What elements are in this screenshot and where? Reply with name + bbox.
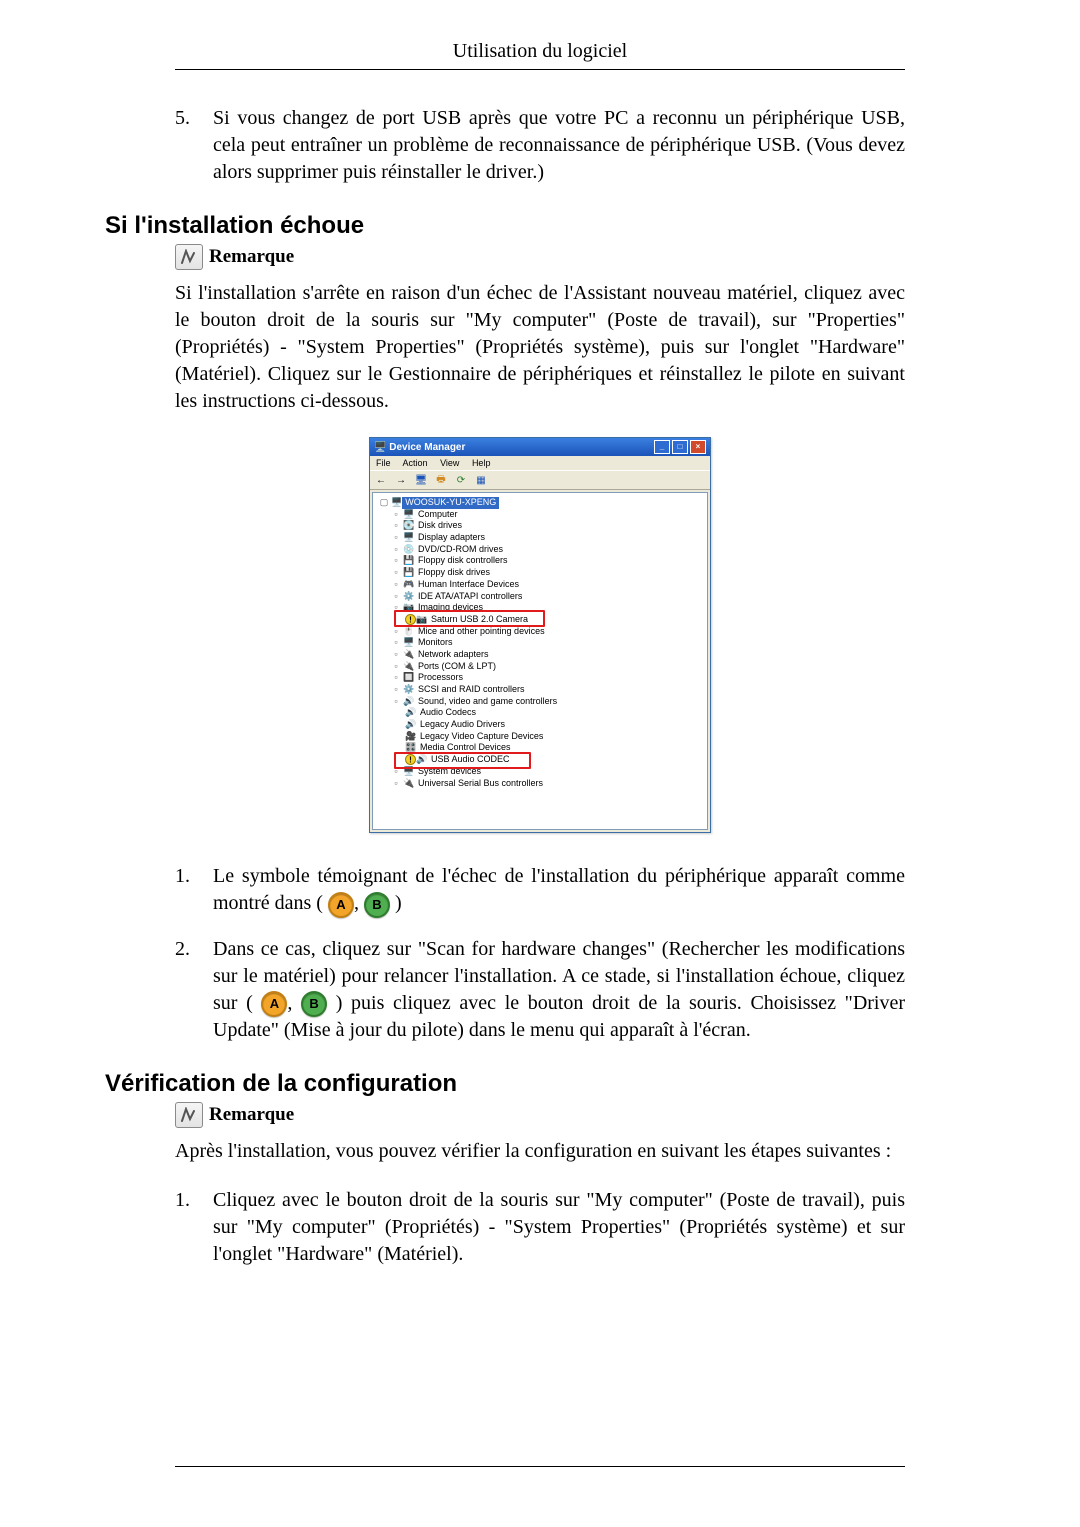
step1-comma: , (354, 892, 364, 914)
warning-icon-B: ! (405, 754, 416, 766)
verify-paragraph: Après l'installation, vous pouvez vérifi… (175, 1138, 905, 1165)
tree-node-processors[interactable]: ▫🔲Processors (377, 672, 703, 684)
tree-node-network[interactable]: ▫🔌Network adapters (377, 649, 703, 661)
remark-row-1: Remarque (175, 244, 975, 270)
menu-action[interactable]: Action (403, 458, 428, 468)
section-heading-verify: Vérification de la configuration (105, 1070, 975, 1098)
item-number: 2. (175, 936, 213, 1044)
svg-text:!: ! (409, 756, 412, 765)
computer-icon[interactable]: 🖥 (414, 473, 428, 487)
tree-node-mice[interactable]: ▫🖱️Mice and other pointing devices (377, 626, 703, 638)
remark-row-2: Remarque (175, 1102, 975, 1128)
document-page: Utilisation du logiciel 5. Si vous chang… (0, 0, 1080, 1527)
badge-A: A (328, 892, 354, 918)
menu-file[interactable]: File (376, 458, 391, 468)
tree-node-saturn-camera[interactable]: ! 📷Saturn USB 2.0 Camera (377, 614, 703, 626)
step1-text-b: ) (395, 892, 402, 914)
note-icon (175, 244, 203, 270)
section-heading-install-fail: Si l'installation échoue (105, 212, 975, 240)
verify-step-1: 1. Cliquez avec le bouton droit de la so… (175, 1187, 905, 1268)
tree-container: ▢🖥️ WOOSUK-YU-XPENG ▫🖥️Computer ▫💽Disk d… (370, 492, 710, 830)
tree-node-imaging[interactable]: ▫📷Imaging devices (377, 602, 703, 614)
root-label: WOOSUK-YU-XPENG (402, 497, 499, 509)
tree-node-hid[interactable]: ▫🎮Human Interface Devices (377, 579, 703, 591)
tree-node-ide[interactable]: ▫⚙️IDE ATA/ATAPI controllers (377, 591, 703, 603)
tree-node-computer[interactable]: ▫🖥️Computer (377, 509, 703, 521)
item-number: 1. (175, 1187, 213, 1268)
device-manager-window: 🖥️ Device Manager _ □ × File Action View… (369, 437, 711, 833)
tree-node-display-adapters[interactable]: ▫🖥️Display adapters (377, 532, 703, 544)
footer-rule (175, 1466, 905, 1467)
item-number: 1. (175, 863, 213, 917)
tree-node-scsi[interactable]: ▫⚙️SCSI and RAID controllers (377, 684, 703, 696)
printer-icon[interactable]: 🖶 (434, 473, 448, 487)
step2-comma: , (287, 992, 301, 1014)
window-title: Device Manager (389, 442, 652, 453)
tree-node-audio-codecs[interactable]: 🔊Audio Codecs (377, 707, 703, 719)
chapter-title: Utilisation du logiciel (175, 40, 905, 70)
menu-bar: File Action View Help (370, 456, 710, 470)
properties-icon[interactable]: ▦ (474, 473, 488, 487)
remark-label-2: Remarque (209, 1104, 294, 1126)
tree-node-disk-drives[interactable]: ▫💽Disk drives (377, 520, 703, 532)
devmgr-icon: 🖥️ (374, 442, 389, 453)
tree-node-usb-controllers[interactable]: ▫🔌Universal Serial Bus controllers (377, 778, 703, 790)
tree-node-system-devices[interactable]: ▫🖥️System devices (377, 766, 703, 778)
tree-node-legacy-video[interactable]: 🎥Legacy Video Capture Devices (377, 731, 703, 743)
toolbar: ← → 🖥 🖶 ⟳ ▦ (370, 470, 710, 490)
fail-step-1: 1. Le symbole témoignant de l'échec de l… (175, 863, 905, 917)
maximize-button[interactable]: □ (672, 440, 688, 454)
note-icon (175, 1102, 203, 1128)
close-button[interactable]: × (690, 440, 706, 454)
device-manager-figure: 🖥️ Device Manager _ □ × File Action View… (105, 437, 975, 833)
step1-text-a: Le symbole témoignant de l'échec de l'in… (213, 865, 905, 914)
tree-node-floppy-ctrl[interactable]: ▫💾Floppy disk controllers (377, 555, 703, 567)
back-icon[interactable]: ← (374, 473, 388, 487)
forward-icon[interactable]: → (394, 473, 408, 487)
remark-label-1: Remarque (209, 246, 294, 268)
badge-B-2: B (301, 991, 327, 1017)
intro-list-item: 5. Si vous changez de port USB après que… (175, 105, 905, 186)
minimize-button[interactable]: _ (654, 440, 670, 454)
tree-node-sound[interactable]: ▫🔊Sound, video and game controllers (377, 696, 703, 708)
collapse-icon[interactable]: ▢ (379, 497, 389, 509)
tree-root-node[interactable]: ▢🖥️ WOOSUK-YU-XPENG (377, 497, 703, 509)
warning-icon-A: ! (405, 614, 416, 626)
tree-node-ports[interactable]: ▫🔌Ports (COM & LPT) (377, 661, 703, 673)
menu-view[interactable]: View (440, 458, 459, 468)
badge-B: B (364, 892, 390, 918)
svg-text:!: ! (409, 616, 412, 625)
badge-A-2: A (261, 991, 287, 1017)
menu-help[interactable]: Help (472, 458, 491, 468)
tree-node-monitors[interactable]: ▫🖥️Monitors (377, 637, 703, 649)
tree-node-usb-audio[interactable]: ! 🔊USB Audio CODEC (377, 754, 703, 766)
tree-node-floppy-drives[interactable]: ▫💾Floppy disk drives (377, 567, 703, 579)
item-text: Si vous changez de port USB après que vo… (213, 105, 905, 186)
refresh-icon[interactable]: ⟳ (454, 473, 468, 487)
tree-node-dvdcd[interactable]: ▫💿DVD/CD-ROM drives (377, 544, 703, 556)
tree-node-legacy-audio[interactable]: 🔊Legacy Audio Drivers (377, 719, 703, 731)
fail-step-2: 2. Dans ce cas, cliquez sur "Scan for ha… (175, 936, 905, 1044)
item-number: 5. (175, 105, 213, 186)
item-text: Cliquez avec le bouton droit de la souri… (213, 1187, 905, 1268)
titlebar: 🖥️ Device Manager _ □ × (370, 438, 710, 456)
fail-paragraph: Si l'installation s'arrête en raison d'u… (175, 280, 905, 415)
tree-node-media-ctrl[interactable]: 🎛️Media Control Devices (377, 742, 703, 754)
item-text: Dans ce cas, cliquez sur "Scan for hardw… (213, 936, 905, 1044)
device-tree[interactable]: ▢🖥️ WOOSUK-YU-XPENG ▫🖥️Computer ▫💽Disk d… (372, 492, 708, 830)
item-text: Le symbole témoignant de l'échec de l'in… (213, 863, 905, 917)
